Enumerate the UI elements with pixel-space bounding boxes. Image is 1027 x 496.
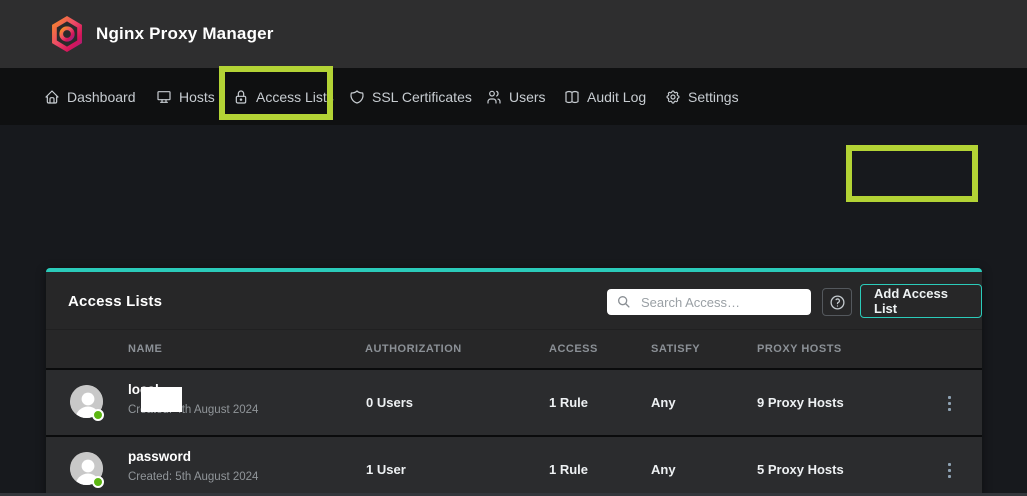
row-menu-button[interactable] xyxy=(940,459,958,481)
cell-satisfy: Any xyxy=(651,437,676,496)
shield-icon xyxy=(349,89,365,105)
cell-access: 1 Rule xyxy=(549,370,588,435)
nav-item-dashboard[interactable]: Dashboard xyxy=(44,68,136,125)
add-access-list-label: Add Access List xyxy=(874,286,968,316)
app-window: Nginx Proxy Manager Admin Administrator … xyxy=(0,0,1027,496)
online-status-dot xyxy=(92,476,104,488)
cell-proxy-hosts: 5 Proxy Hosts xyxy=(757,437,844,496)
cell-proxy-hosts: 9 Proxy Hosts xyxy=(757,370,844,435)
nav-item-settings[interactable]: Settings xyxy=(665,68,739,125)
cell-authorization: 1 User xyxy=(366,437,406,496)
column-header-authorization: AUTHORIZATION xyxy=(365,330,462,368)
nav-item-label: Audit Log xyxy=(587,89,646,105)
app-title: Nginx Proxy Manager xyxy=(96,0,274,68)
redaction-box xyxy=(141,387,182,412)
access-list-name: password xyxy=(128,449,191,464)
nav-item-label: SSL Certificates xyxy=(372,89,472,105)
add-access-list-button[interactable]: Add Access List xyxy=(860,284,982,318)
nav-item-label: Dashboard xyxy=(67,89,136,105)
monitor-icon xyxy=(156,89,172,105)
column-header-proxy-hosts: PROXY HOSTS xyxy=(757,330,842,368)
access-list-created: Created: 5th August 2024 xyxy=(128,471,258,483)
users-icon xyxy=(486,89,502,105)
gear-icon xyxy=(665,89,681,105)
search-box xyxy=(607,289,811,315)
book-icon xyxy=(564,89,580,105)
nav-item-label: Access Lists xyxy=(256,89,334,105)
top-header: Nginx Proxy Manager Admin Administrator xyxy=(0,0,1027,68)
nav-item-ssl-certificates[interactable]: SSL Certificates xyxy=(349,68,472,125)
column-header-name: NAME xyxy=(128,330,162,368)
cell-access: 1 Rule xyxy=(549,437,588,496)
nav-item-users[interactable]: Users xyxy=(486,68,546,125)
panel-title: Access Lists xyxy=(68,272,162,330)
help-icon xyxy=(829,294,846,311)
table-row: password Created: 5th August 2024 1 User… xyxy=(46,435,982,496)
search-icon xyxy=(616,294,632,315)
cell-satisfy: Any xyxy=(651,370,676,435)
nav-item-audit-log[interactable]: Audit Log xyxy=(564,68,646,125)
main-nav: Dashboard Hosts Access Lists SSL Certifi… xyxy=(0,68,1027,125)
nav-item-label: Users xyxy=(509,89,546,105)
nginx-proxy-manager-logo-icon xyxy=(50,15,84,53)
nav-item-hosts[interactable]: Hosts xyxy=(156,68,215,125)
page-content: Access Lists Add Access List xyxy=(0,125,1027,496)
column-header-satisfy: SATISFY xyxy=(651,330,700,368)
online-status-dot xyxy=(92,409,104,421)
lock-icon xyxy=(233,89,249,105)
access-lists-panel: Access Lists Add Access List xyxy=(46,268,982,496)
panel-header: Access Lists Add Access List xyxy=(46,272,982,330)
nav-item-label: Hosts xyxy=(179,89,215,105)
table-row: local Created: 4th August 2024 0 Users 1… xyxy=(46,368,982,435)
cell-authorization: 0 Users xyxy=(366,370,413,435)
nav-item-label: Settings xyxy=(688,89,739,105)
nav-item-access-lists[interactable]: Access Lists xyxy=(233,68,334,125)
search-input[interactable] xyxy=(607,289,811,315)
column-header-access: ACCESS xyxy=(549,330,598,368)
home-icon xyxy=(44,89,60,105)
help-button[interactable] xyxy=(822,288,852,316)
row-menu-button[interactable] xyxy=(940,392,958,414)
table-header: NAME AUTHORIZATION ACCESS SATISFY PROXY … xyxy=(46,330,982,368)
